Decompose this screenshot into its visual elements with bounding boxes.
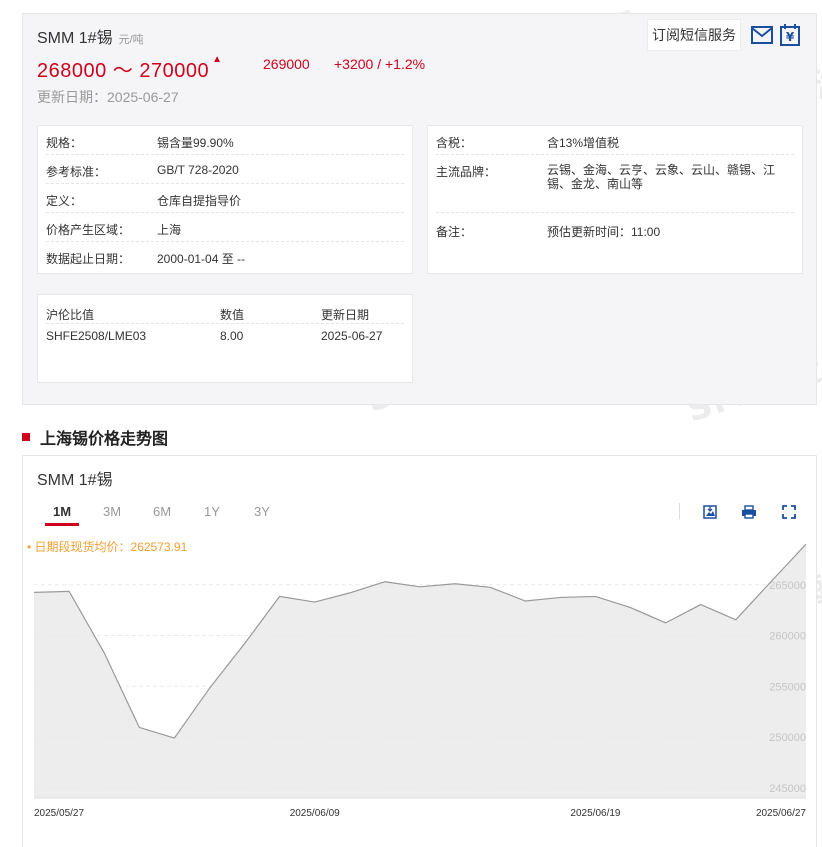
spec-value: 上海 [157,223,182,237]
section-marker [22,433,30,441]
spec-key: 含税： [436,136,473,150]
price-range-value: 268000 ～ 270000 [37,60,210,82]
spec-row: 定义： 仓库自提指导价 [46,184,404,213]
ratio-cell: 2025-06-27 [321,329,383,343]
ratio-header: 数值 [220,308,245,322]
spec-row: 备注： 预估更新时间：11:00 [436,213,794,243]
spec-row: 主流品牌： 云锡、金海、云亨、云象、云山、赣锡、江锡、金龙、南山等 [436,155,794,213]
spec-table-right: 含税： 含13%增值税 主流品牌： 云锡、金海、云亨、云象、云山、赣锡、江锡、金龙、… [427,125,803,274]
product-unit: 元/吨 [118,34,144,46]
spec-value: 锡含量99.90% [157,136,234,150]
ratio-header: 沪伦比值 [46,308,95,322]
spec-key: 价格产生区域： [46,223,131,237]
spec-value: GB/T 728-2020 [157,163,239,177]
spec-key: 备注： [436,225,473,239]
product-title: SMM 1#锡 元/吨 [37,24,144,48]
svg-text:¥: ¥ [786,30,795,44]
x-tick-label: 2025/06/09 [290,808,340,819]
update-date: 更新日期：2025-06-27 [37,87,179,107]
spec-row: 参考标准： GB/T 728-2020 [46,155,404,184]
spec-value: 含13%增值税 [547,136,620,150]
spec-row: 规格： 锡含量99.90% [46,126,404,155]
subscribe-sms-button[interactable]: 订阅短信服务 [647,19,741,51]
section-title: 上海锡价格走势图 [22,425,168,449]
product-name: SMM 1#锡 [37,30,113,47]
spec-row: 含税： 含13%增值税 [436,126,794,155]
price-area [34,544,806,798]
x-tick-label: 2025/06/19 [570,808,620,819]
ratio-row: SHFE2508/LME03 8.00 2025-06-27 [46,324,404,348]
spec-value: 2000-01-04 至 -- [157,252,246,266]
ratio-cell: SHFE2508/LME03 [46,329,147,343]
update-value: 2025-06-27 [107,89,179,105]
ratio-header-row: 沪伦比值 数值 更新日期 [46,295,404,324]
spec-key: 定义： [46,194,83,208]
spec-table-left: 规格： 锡含量99.90% 参考标准： GB/T 728-2020 定义： 仓库自提指… [37,125,413,274]
price-range: 268000 ～ 270000▲ [37,54,223,83]
x-tick-label: 2025/06/27 [756,808,806,819]
ratio-cell: 8.00 [220,329,244,343]
spec-value: 仓库自提指导价 [157,194,242,208]
up-arrow-icon: ▲ [212,54,223,65]
price-card: SMM 1#锡 元/吨 268000 ～ 270000▲ 269000 +3200… [22,13,817,405]
mail-icon[interactable] [751,24,773,46]
x-tick-label: 2025/05/27 [34,808,84,819]
spec-row: 价格产生区域： 上海 [46,213,404,242]
spec-value: 预估更新时间：11:00 [547,225,661,239]
spec-key: 主流品牌： [436,165,497,179]
spec-row: 数据起止日期： 2000-01-04 至 -- [46,242,404,271]
spec-key: 数据起止日期： [46,252,131,266]
spec-value: 云锡、金海、云亨、云象、云山、赣锡、江锡、金龙、南山等 [547,163,776,191]
spec-key: 规格： [46,136,83,150]
ratio-header: 更新日期 [321,308,370,322]
header-remnant [22,0,162,4]
yuan-icon[interactable]: ¥ [779,24,801,46]
price-chart[interactable]: 2450002500002550002600002650002025/05/27… [23,456,818,847]
spec-key: 参考标准： [46,165,107,179]
price-change: +3200 / +1.2% [334,56,426,72]
update-label: 更新日期： [37,89,107,105]
chart-panel: SMM 1#锡 1M 3M 6M 1Y 3Y • 日期段现货均价：262573.… [22,455,817,847]
avg-price: 269000 [263,56,310,72]
section-title-text: 上海锡价格走势图 [40,431,169,448]
ratio-table: 沪伦比值 数值 更新日期 SHFE2508/LME03 8.00 2025-06… [37,294,413,383]
